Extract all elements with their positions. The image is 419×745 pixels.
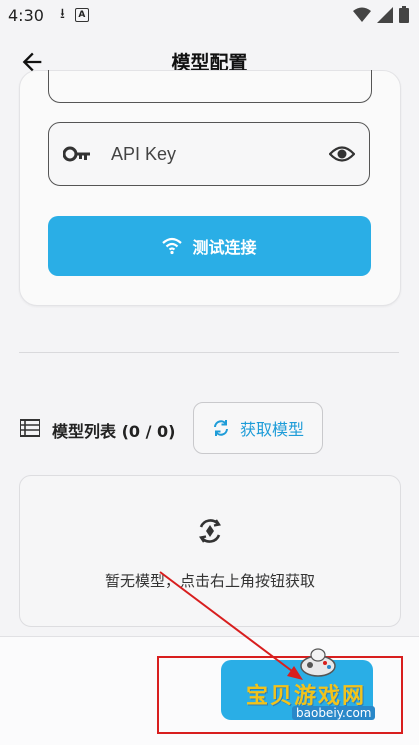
signal-icon xyxy=(377,6,393,23)
previous-input-field[interactable] xyxy=(48,70,372,103)
fetch-models-button[interactable]: 获取模型 xyxy=(193,402,323,454)
test-connection-button[interactable]: 测试连接 xyxy=(48,216,371,276)
refresh-icon xyxy=(213,420,228,436)
api-key-field[interactable] xyxy=(48,122,370,186)
download-icon: ⭳ xyxy=(59,6,65,22)
eye-icon[interactable] xyxy=(329,143,355,165)
key-icon xyxy=(63,146,90,162)
test-connection-label: 测试连接 xyxy=(192,238,257,257)
empty-models-card: 暂无模型，点击右上角按钮获取 xyxy=(19,475,401,627)
empty-models-text: 暂无模型，点击右上角按钮获取 xyxy=(104,572,315,590)
status-time: 4:30 xyxy=(8,5,44,25)
api-key-input[interactable] xyxy=(109,142,323,166)
wifi-status-icon xyxy=(353,7,371,22)
models-header: 模型列表 (0 / 0) 获取模型 xyxy=(20,402,400,454)
status-icons xyxy=(353,6,409,23)
list-icon xyxy=(20,419,40,437)
models-title: 模型列表 (0 / 0) xyxy=(52,422,176,441)
notification-a-icon: A xyxy=(74,8,89,22)
ai-sync-icon xyxy=(199,519,221,543)
save-button[interactable] xyxy=(221,660,373,720)
fetch-models-label: 获取模型 xyxy=(239,420,304,439)
status-bar: 4:30 ⭳ A xyxy=(0,0,419,30)
battery-icon xyxy=(399,6,409,23)
wifi-icon xyxy=(162,237,183,255)
section-divider xyxy=(19,352,399,353)
